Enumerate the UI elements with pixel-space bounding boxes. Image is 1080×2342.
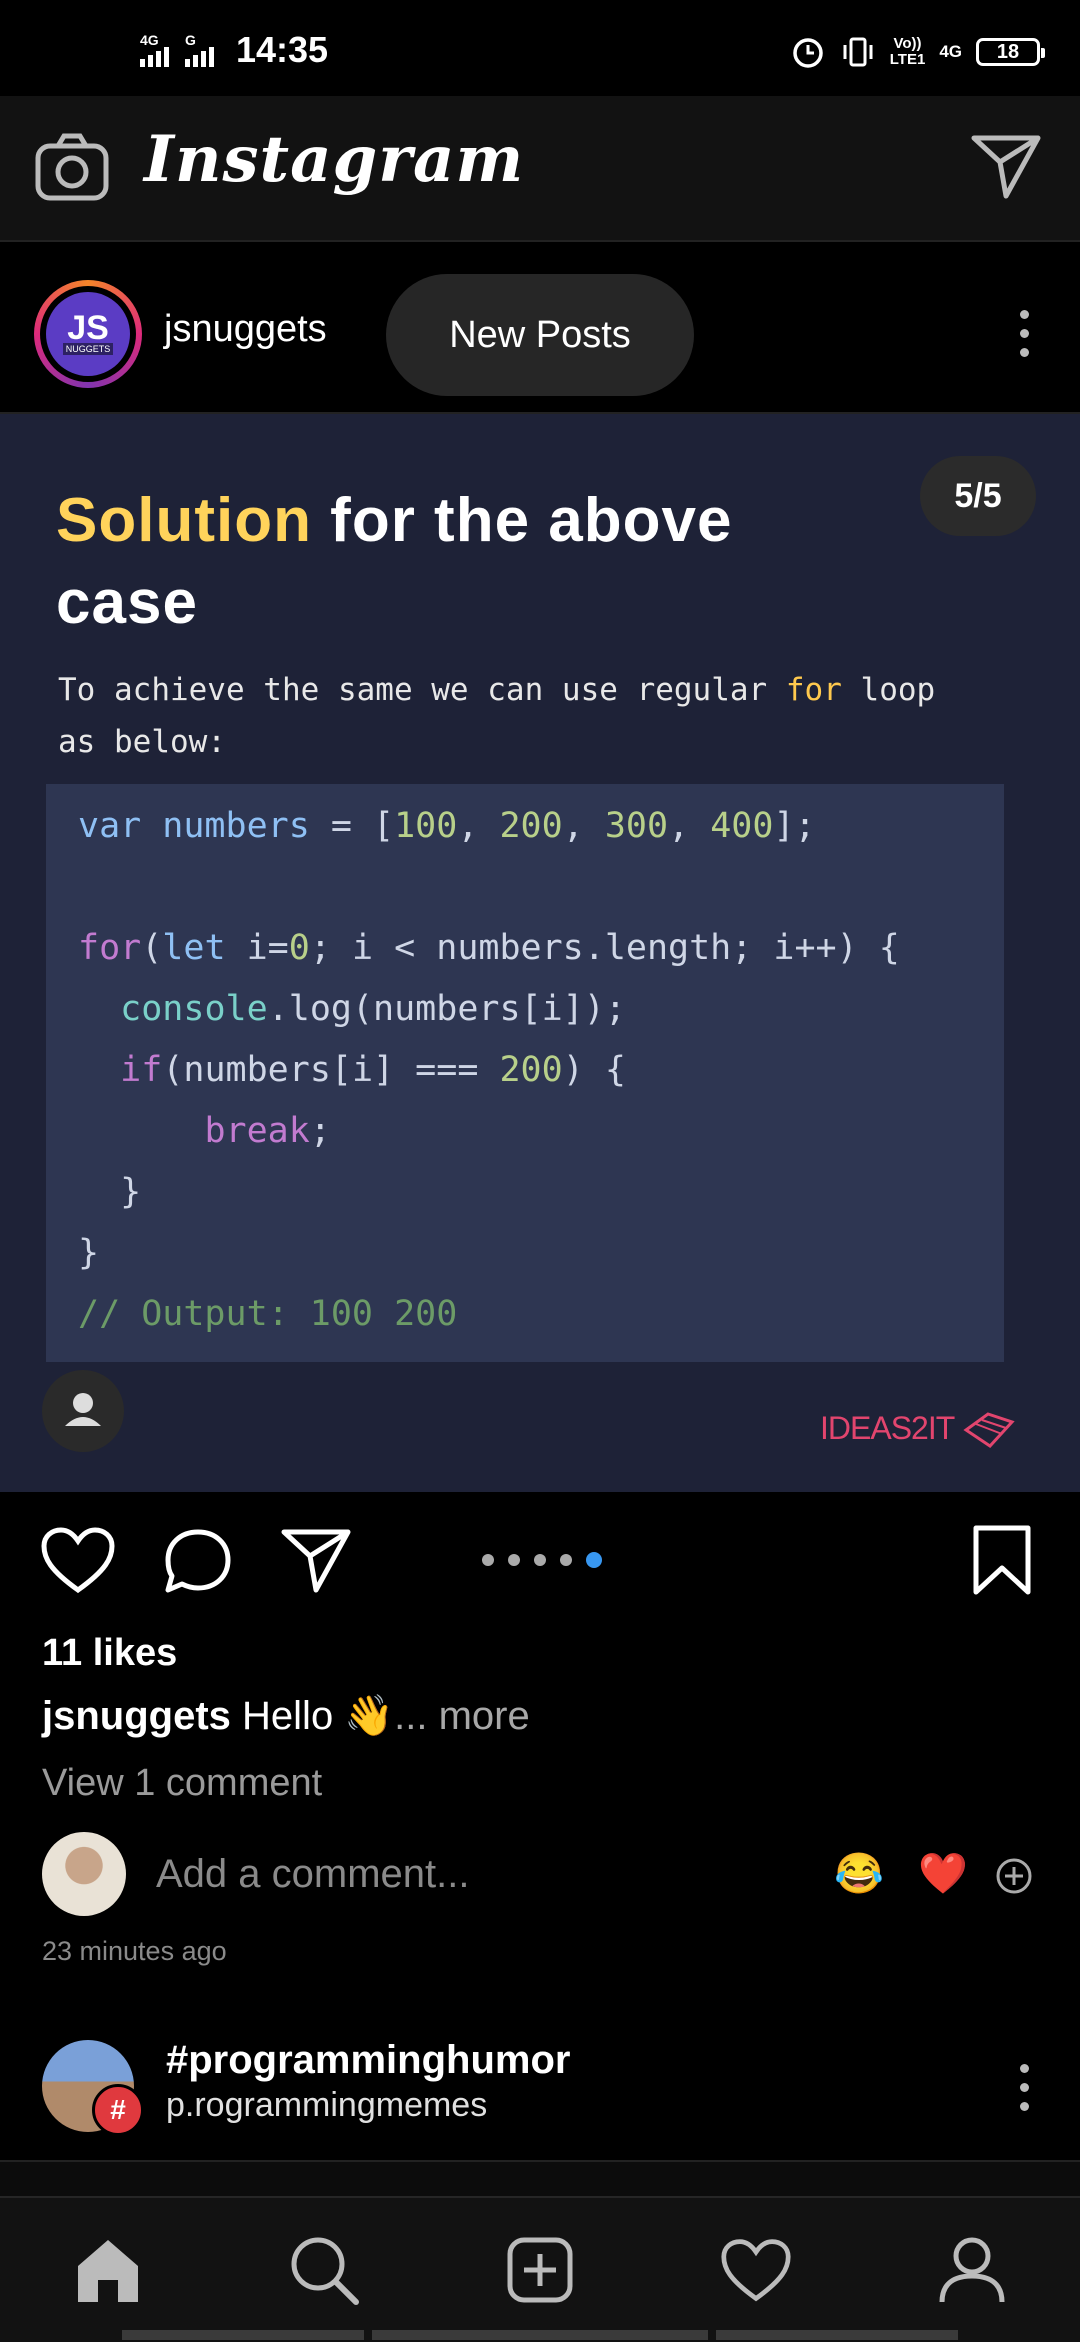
carousel-dot — [482, 1554, 494, 1566]
gesture-bar — [372, 2330, 708, 2340]
volte-top: Vo)) — [893, 35, 922, 52]
code-line-1: var numbers = [100, 200, 300, 400]; — [78, 806, 816, 846]
carousel-dot — [560, 1554, 572, 1566]
my-avatar — [42, 1832, 126, 1916]
likes-count[interactable]: 11 likes — [42, 1632, 177, 1675]
avatar[interactable]: JS NUGGETS — [46, 292, 130, 376]
watermark-logo: IDEAS2IT — [820, 1410, 1016, 1450]
nav-activity[interactable] — [648, 2198, 864, 2342]
signal-1: 4G — [140, 33, 169, 67]
caption-more-link[interactable]: ... more — [394, 1694, 530, 1738]
battery-icon: 18 — [976, 38, 1045, 66]
avatar-text: JS — [67, 309, 109, 347]
post-options-icon[interactable] — [1020, 310, 1030, 357]
post-username[interactable]: jsnuggets — [164, 308, 327, 351]
add-comment-input[interactable]: Add a comment... — [156, 1852, 469, 1897]
code-line-4: console.log(numbers[i]); — [120, 989, 626, 1029]
caption-username[interactable]: jsnuggets — [42, 1694, 231, 1738]
person-icon — [65, 1393, 101, 1426]
next-post-options-icon[interactable] — [1020, 2064, 1030, 2111]
carousel-dot — [534, 1554, 546, 1566]
desc-part-1: To achieve the same we can use regular — [58, 672, 786, 708]
direct-message-icon[interactable] — [970, 132, 1042, 200]
view-comments-link[interactable]: View 1 comment — [42, 1762, 322, 1805]
code-text: var numbers = [100, 200, 300, 400]; for(… — [78, 796, 900, 1345]
desc-keyword: for — [785, 672, 842, 708]
carousel-indicator — [482, 1552, 602, 1568]
network-type-1: 4G — [140, 32, 159, 48]
camera-icon[interactable] — [34, 132, 110, 202]
carousel-counter: 5/5 — [920, 456, 1036, 536]
next-post-image-peek — [0, 2162, 1080, 2196]
code-line-7: } — [78, 1172, 142, 1212]
caption-text: Hello 👋 — [242, 1694, 395, 1738]
signal-2: G — [185, 33, 214, 67]
headline-highlight: Solution — [56, 486, 312, 555]
alarm-icon — [793, 38, 823, 68]
signal-bars-icon — [140, 47, 169, 67]
post-timestamp: 23 minutes ago — [42, 1936, 227, 1966]
caption: jsnuggets Hello 👋... more — [42, 1692, 530, 1739]
bottom-nav — [0, 2196, 1080, 2342]
code-line-5: if(numbers[i] === 200) { — [120, 1050, 626, 1090]
profile-icon — [939, 2237, 1005, 2303]
share-icon[interactable] — [280, 1526, 352, 1594]
watermark-mark-icon — [962, 1412, 1015, 1448]
slide-headline: Solution for the above case — [56, 480, 856, 644]
nav-profile[interactable] — [864, 2198, 1080, 2342]
carousel-dot — [508, 1554, 520, 1566]
avatar-subtext: NUGGETS — [62, 343, 114, 355]
volte-bottom: LTE1 — [889, 51, 926, 68]
quick-emoji-laugh[interactable]: 😂 — [834, 1850, 884, 1897]
battery-level: 18 — [996, 40, 1020, 63]
gesture-bar — [122, 2330, 364, 2340]
comment-icon[interactable] — [162, 1526, 234, 1596]
slide-description: To achieve the same we can use regular f… — [58, 664, 998, 768]
clock: 14:35 — [236, 29, 329, 70]
code-line-3: for(let i=0; i < numbers.length; i++) { — [78, 928, 900, 968]
headline-part-1: for the above — [311, 486, 733, 555]
status-right: Vo)) LTE1 4G 18 — [790, 32, 1045, 72]
quick-emoji-heart[interactable]: ❤️ — [918, 1850, 968, 1897]
watermark-text: IDEAS2IT — [820, 1410, 955, 1446]
code-comment: // Output: 100 200 — [78, 1294, 458, 1334]
volte-indicator: Vo)) LTE1 — [890, 36, 926, 68]
nav-home[interactable] — [0, 2198, 216, 2342]
code-line-8: } — [78, 1233, 100, 1273]
new-post-icon — [507, 2237, 573, 2303]
next-post-subtitle[interactable]: p.rogrammingmemes — [166, 2086, 487, 2125]
home-icon — [78, 2240, 138, 2302]
desc-part-2: loop — [841, 672, 936, 708]
status-left: 4G G 14:35 — [140, 29, 329, 70]
hashtag-badge: # — [92, 2084, 144, 2136]
desc-part-3: as below: — [58, 724, 226, 760]
nav-new-post[interactable] — [432, 2198, 648, 2342]
activity-icon — [721, 2239, 791, 2302]
app-bar: Instagram — [0, 96, 1080, 242]
headline-part-2: case — [56, 568, 198, 637]
like-heart-icon[interactable] — [40, 1526, 116, 1594]
network-type-2: G — [185, 32, 196, 48]
bookmark-icon[interactable] — [970, 1524, 1034, 1596]
nav-search[interactable] — [216, 2198, 432, 2342]
carousel-dot-active — [586, 1552, 602, 1568]
new-posts-button[interactable]: New Posts — [386, 274, 694, 396]
network-type-right: 4G — [939, 42, 962, 61]
app-title: Instagram — [144, 122, 525, 197]
search-icon — [291, 2237, 359, 2305]
post-header: JS NUGGETS jsnuggets New Posts — [0, 258, 1080, 414]
signal-bars-icon — [185, 47, 214, 67]
add-emoji-icon[interactable] — [994, 1856, 1034, 1896]
next-post-title[interactable]: #programminghumor — [166, 2038, 570, 2083]
code-line-6: break; — [204, 1111, 331, 1151]
status-bar: 4G G 14:35 Vo)) LTE1 4G 18 — [0, 0, 1080, 96]
gesture-bar — [716, 2330, 958, 2340]
tagged-users-button[interactable] — [42, 1370, 124, 1452]
vibrate-icon — [843, 37, 873, 67]
